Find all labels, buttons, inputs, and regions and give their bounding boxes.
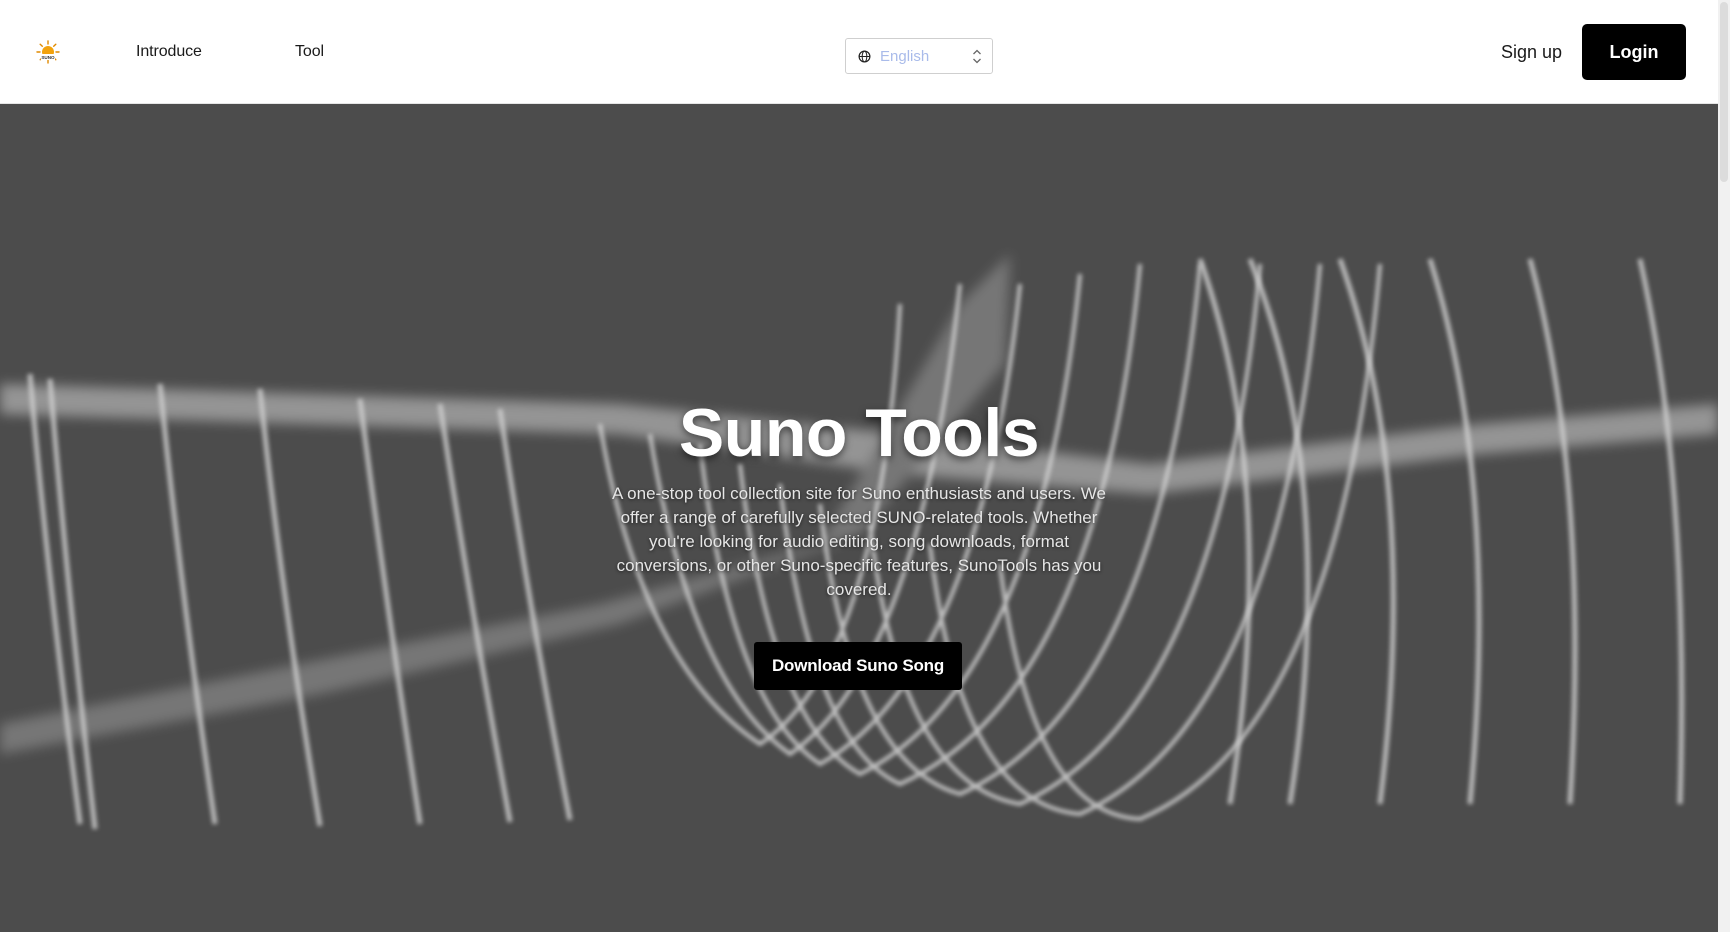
download-suno-song-button[interactable]: Download Suno Song — [754, 642, 962, 690]
login-button[interactable]: Login — [1582, 24, 1686, 80]
hero-section: Suno Tools A one-stop tool collection si… — [0, 104, 1718, 932]
hero-description: A one-stop tool collection site for Suno… — [612, 484, 1106, 599]
scrollbar-thumb[interactable] — [1720, 2, 1728, 182]
language-value: English — [880, 48, 930, 65]
svg-text:SUNO: SUNO — [41, 55, 55, 60]
chevron-updown-icon — [973, 49, 981, 64]
globe-icon — [858, 50, 871, 63]
logo-icon[interactable]: SUNO — [36, 40, 60, 64]
hero-title: Suno Tools — [678, 395, 1040, 471]
page: SUNO Introduce Tool English Sign up Logi… — [0, 0, 1730, 932]
nav-tool-link[interactable]: Tool — [295, 43, 324, 61]
nav-introduce-link[interactable]: Introduce — [136, 43, 202, 61]
language-select[interactable]: English — [845, 38, 993, 74]
signup-link[interactable]: Sign up — [1501, 42, 1562, 63]
site-header: SUNO Introduce Tool English Sign up Logi… — [0, 0, 1718, 104]
page-scrollbar[interactable] — [1718, 0, 1730, 932]
